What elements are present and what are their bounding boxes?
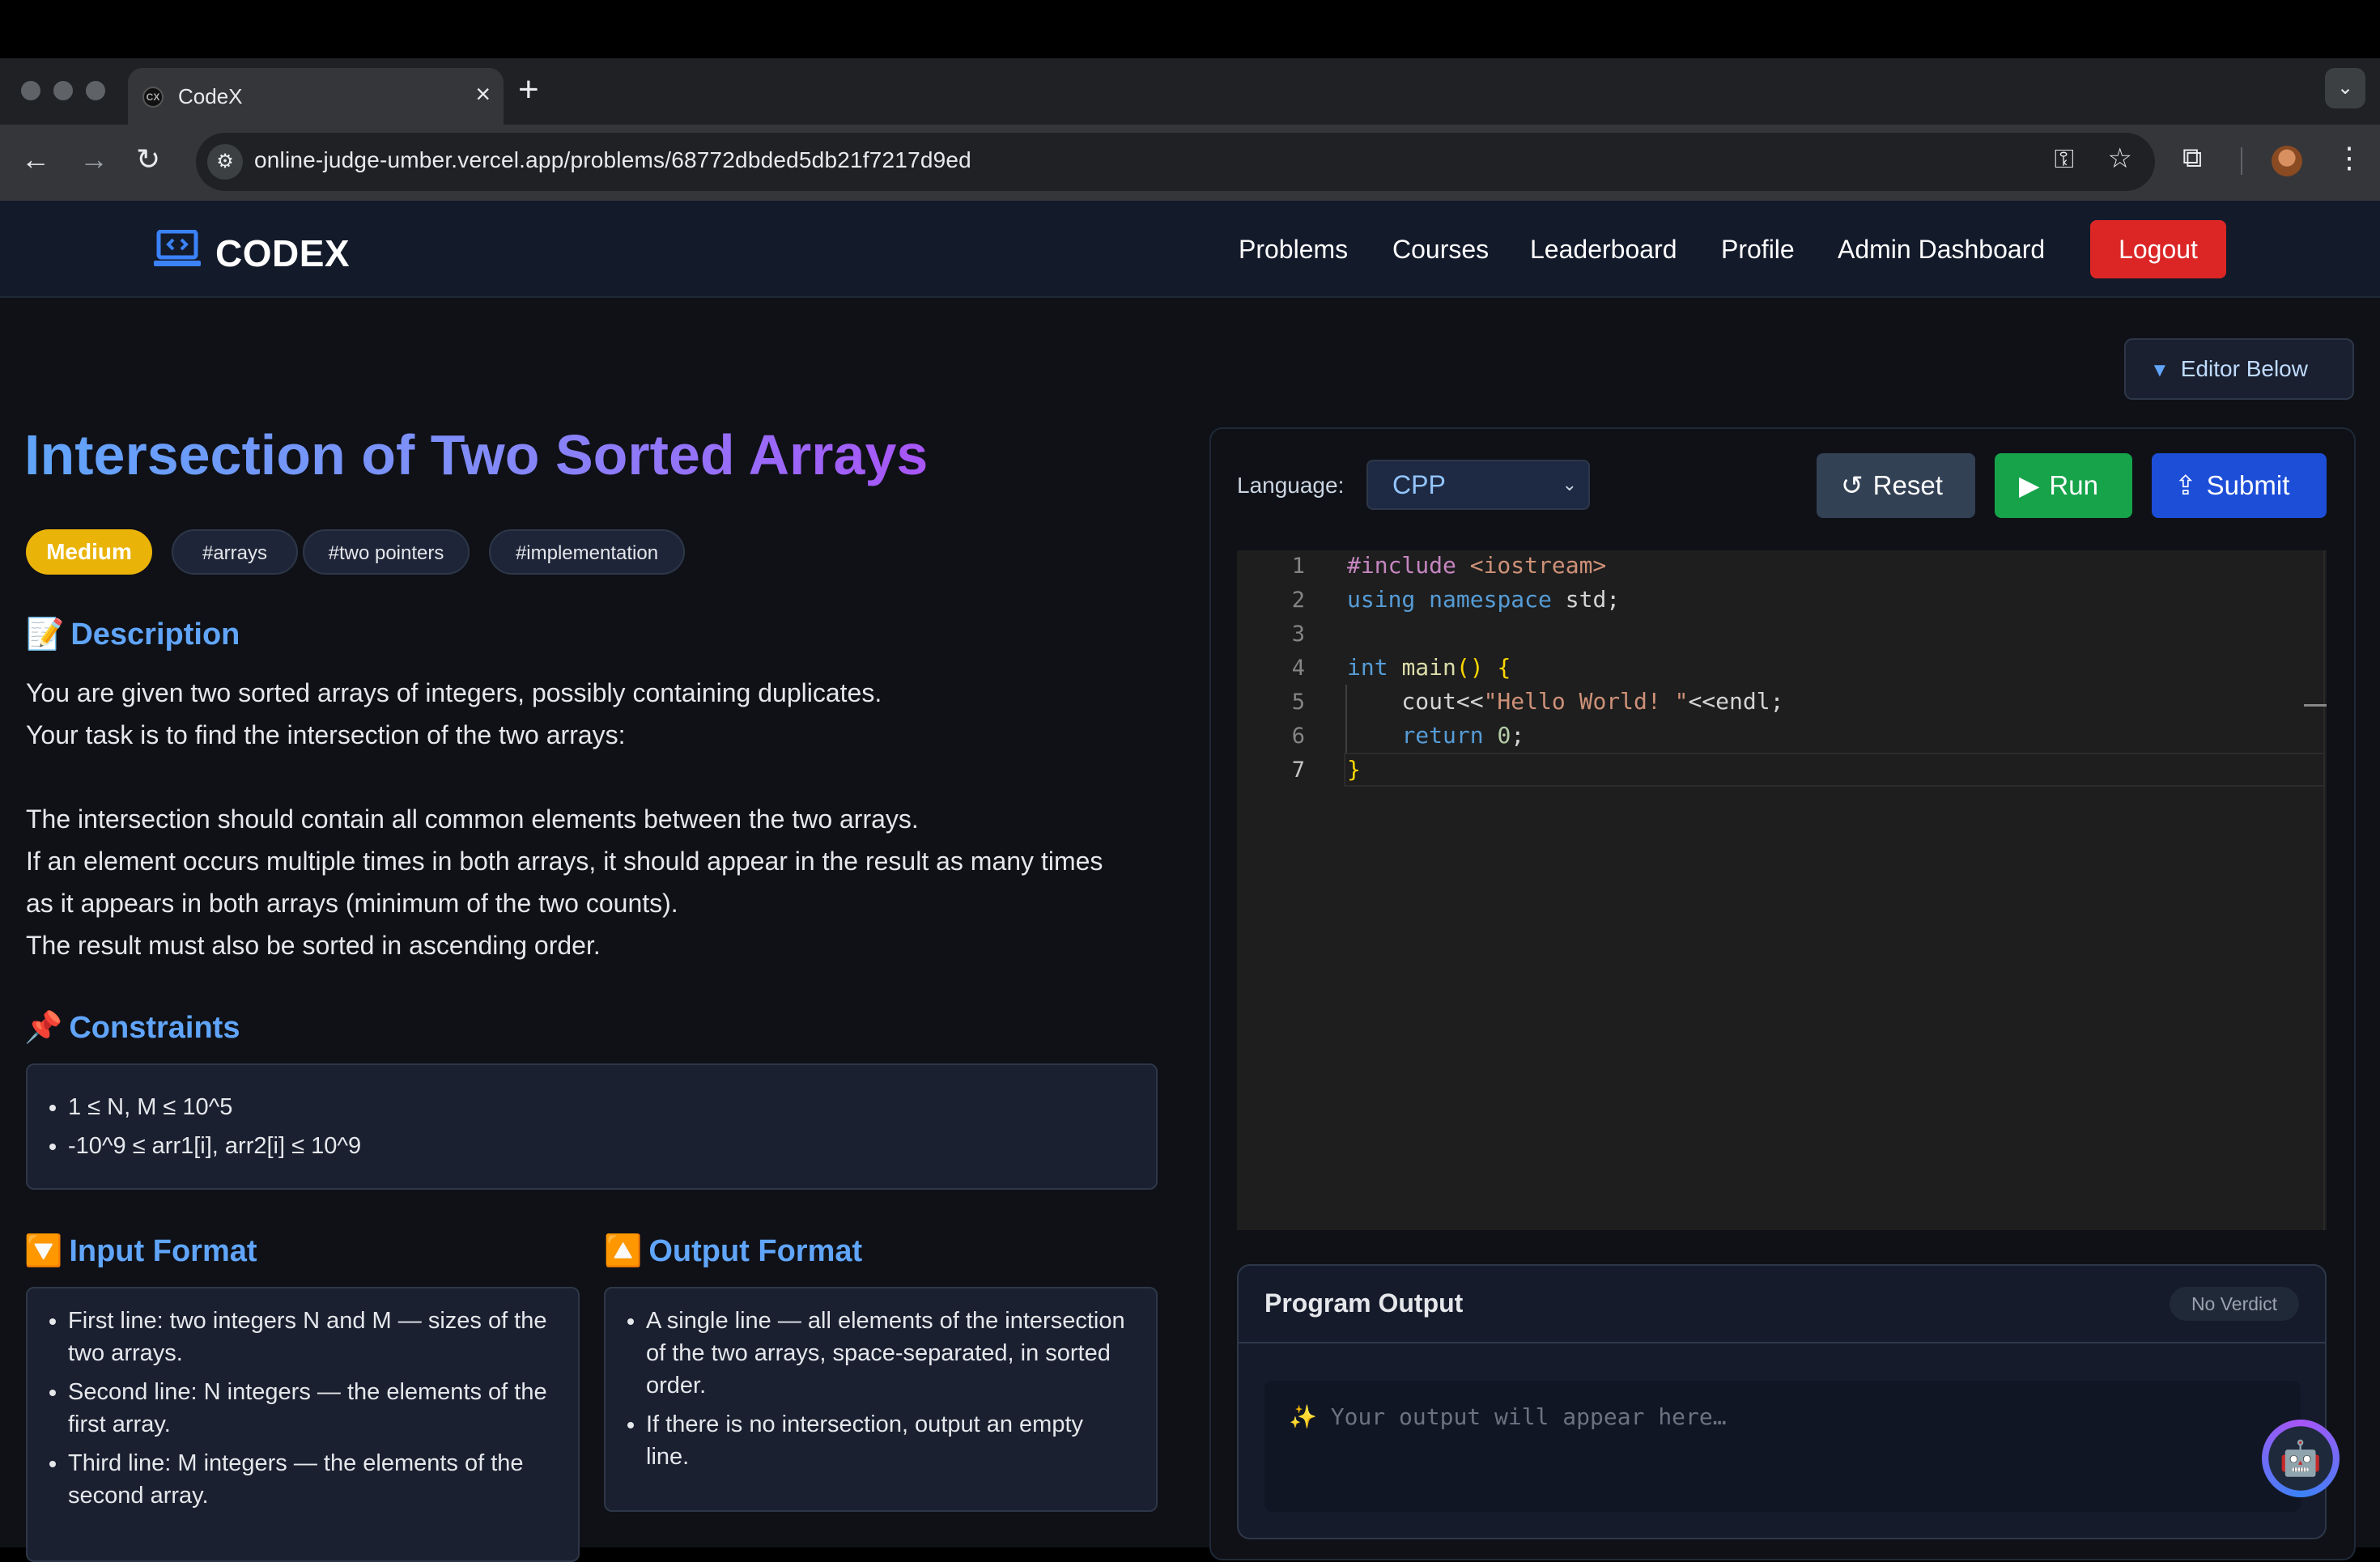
top-black-bar [0, 0, 2380, 58]
description-line: If an element occurs multiple times in b… [26, 847, 1103, 876]
code-line[interactable]: cout<<"Hello World! "<<endl; [1347, 688, 1783, 715]
nav-link-problems[interactable]: Problems [1239, 235, 1348, 265]
input-format-heading: 🔽 Input Format [24, 1234, 257, 1268]
laptop-code-icon [154, 230, 201, 266]
code-line[interactable]: } [1347, 756, 1361, 783]
run-button[interactable]: ▶ Run [1995, 453, 2132, 518]
profile-avatar[interactable] [2272, 146, 2302, 176]
tag-two-pointers[interactable]: #two pointers [303, 529, 470, 575]
window-zoom-dot[interactable] [86, 81, 105, 100]
more-menu-icon[interactable]: ⋮ [2335, 141, 2364, 175]
language-select[interactable]: CPP ⌄ [1366, 460, 1590, 510]
memo-icon: 📝 [26, 618, 65, 652]
editor-below-toggle[interactable]: ▼ Editor Below [2124, 338, 2354, 400]
output-format-box: A single line — all elements of the inte… [604, 1287, 1158, 1512]
upload-icon: ⇪ [2174, 470, 2197, 500]
output-placeholder: ✨ Your output will appear here… [1289, 1403, 1727, 1430]
tab-close-icon[interactable]: × [475, 79, 491, 109]
input-format-item: Second line: N integers — the elements o… [68, 1376, 554, 1441]
description-line: as it appears in both arrays (minimum of… [26, 889, 678, 918]
output-format-item: A single line — all elements of the inte… [646, 1305, 1132, 1402]
minimap-marker [2304, 704, 2327, 707]
description-line: The result must also be sorted in ascend… [26, 931, 601, 960]
chatbot-robot-icon[interactable]: 🤖 [2262, 1420, 2340, 1497]
nav-link-leaderboard[interactable]: Leaderboard [1530, 235, 1677, 265]
window-close-dot[interactable] [21, 81, 40, 100]
line-number: 4 [1291, 656, 1305, 681]
reload-icon[interactable]: ↻ [136, 142, 160, 176]
description-line: You are given two sorted arrays of integ… [26, 678, 882, 707]
constraints-heading: 📌 Constraints [24, 1011, 240, 1045]
line-number: 3 [1291, 622, 1305, 647]
pushpin-icon: 📌 [24, 1011, 63, 1045]
program-output-title: Program Output [1264, 1288, 1464, 1318]
difficulty-badge: Medium [26, 529, 152, 575]
toolbar-divider [2241, 147, 2242, 175]
up-button-icon: 🔼 [604, 1234, 643, 1268]
chevron-down-icon: ⌄ [1562, 474, 1577, 494]
site-settings-icon[interactable]: ⚙ [207, 144, 243, 180]
nav-link-profile[interactable]: Profile [1721, 235, 1795, 265]
code-line[interactable]: int main() { [1347, 654, 1511, 681]
tab-favicon-icon: CX [142, 87, 164, 108]
caret-down-icon: ▼ [2150, 359, 2170, 381]
editor-below-label: Editor Below [2180, 356, 2308, 381]
output-format-item: If there is no intersection, output an e… [646, 1408, 1132, 1473]
line-number: 6 [1291, 724, 1305, 749]
bookmark-star-icon[interactable]: ☆ [2108, 142, 2132, 175]
problem-title: Intersection of Two Sorted Arrays [24, 423, 929, 486]
code-editor[interactable] [1237, 550, 2327, 1230]
input-format-item: First line: two integers N and M — sizes… [68, 1305, 554, 1369]
line-number: 5 [1291, 690, 1305, 715]
tag-implementation[interactable]: #implementation [489, 529, 685, 575]
line-number: 7 [1291, 758, 1305, 783]
browser-tab[interactable]: CX CodeX × [128, 68, 504, 125]
description-heading: 📝 Description [26, 618, 240, 652]
submit-button[interactable]: ⇪ Submit [2152, 453, 2327, 518]
code-line[interactable]: return 0; [1347, 722, 1524, 749]
tag-arrays[interactable]: #arrays [172, 529, 298, 575]
sparkles-icon: ✨ [1289, 1403, 1317, 1430]
brand-name: CODEX [215, 232, 351, 274]
nav-link-courses[interactable]: Courses [1392, 235, 1489, 265]
back-icon[interactable]: ← [21, 142, 50, 176]
current-line-highlight [1344, 753, 2325, 787]
down-button-icon: 🔽 [24, 1234, 63, 1268]
line-number: 2 [1291, 588, 1305, 613]
url-text[interactable]: online-judge-umber.vercel.app/problems/6… [254, 147, 971, 173]
address-bar[interactable]: ⚙ online-judge-umber.vercel.app/problems… [196, 133, 2155, 191]
constraint-item: -10^9 ≤ arr1[i], arr2[i] ≤ 10^9 [68, 1130, 1156, 1162]
reset-icon: ↺ [1841, 470, 1864, 500]
line-number: 1 [1291, 554, 1305, 579]
play-icon: ▶ [2019, 470, 2040, 500]
code-line[interactable]: using namespace std; [1347, 586, 1620, 613]
tab-search-icon[interactable]: ⌄ [2325, 68, 2365, 108]
logout-button[interactable]: Logout [2090, 220, 2226, 278]
language-label: Language: [1237, 473, 1345, 498]
input-format-item: Third line: M integers — the elements of… [68, 1447, 554, 1512]
output-box [1264, 1381, 2301, 1512]
code-line[interactable]: #include <iostream> [1347, 552, 1606, 579]
output-format-heading: 🔼 Output Format [604, 1234, 863, 1268]
password-key-icon[interactable]: ⚿ [2055, 144, 2074, 175]
language-value: CPP [1392, 470, 1446, 499]
editor-scrollbar-track[interactable] [2323, 550, 2325, 1230]
reset-button[interactable]: ↺ Reset [1817, 453, 1975, 518]
extensions-icon[interactable]: ⧉ [2182, 142, 2202, 174]
description-line: Your task is to find the intersection of… [26, 720, 626, 749]
verdict-badge: No Verdict [2170, 1287, 2299, 1321]
tab-title: CodeX [178, 84, 243, 108]
constraints-box: 1 ≤ N, M ≤ 10^5 -10^9 ≤ arr1[i], arr2[i]… [26, 1063, 1158, 1190]
constraint-item: 1 ≤ N, M ≤ 10^5 [68, 1091, 1156, 1123]
description-line: The intersection should contain all comm… [26, 804, 919, 834]
window-minimize-dot[interactable] [53, 81, 73, 100]
forward-icon[interactable]: → [79, 142, 108, 176]
nav-link-admin-dashboard[interactable]: Admin Dashboard [1838, 235, 2045, 265]
input-format-box: First line: two integers N and M — sizes… [26, 1287, 580, 1562]
new-tab-button[interactable]: + [518, 70, 539, 110]
